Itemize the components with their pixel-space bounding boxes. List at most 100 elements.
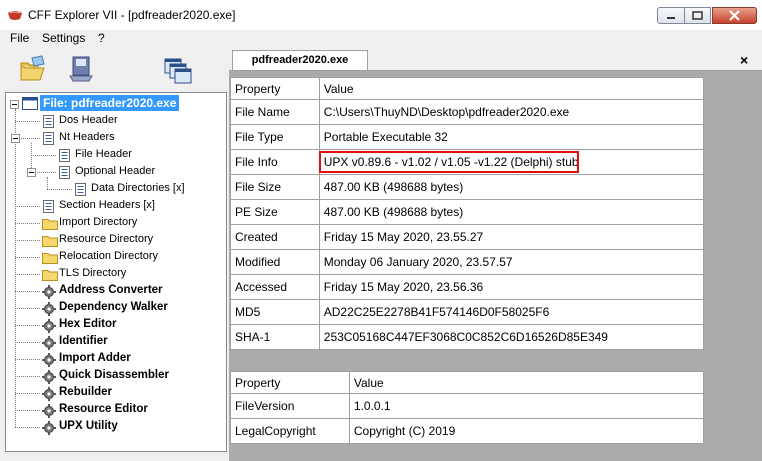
- property-cell: LegalCopyright: [230, 418, 350, 444]
- tool-gear-icon: [42, 421, 56, 435]
- value-cell: AD22C25E2278B41F574146D0F58025F6: [318, 299, 705, 325]
- minimize-button[interactable]: [657, 7, 685, 24]
- version-info-table: Property Value FileVersion 1.0.0.1 LegalCo…: [230, 371, 705, 444]
- menu-settings[interactable]: Settings: [42, 31, 85, 45]
- pe-file-icon: [22, 97, 38, 110]
- folder-icon: [42, 253, 58, 264]
- column-header-value[interactable]: Value: [348, 371, 705, 394]
- table-row[interactable]: File Info UPX v0.89.6 - v1.02 / v1.05 -v1…: [230, 149, 705, 175]
- tool-gear-icon: [42, 353, 56, 367]
- title-bar: CFF Explorer VII - [pdfreader2020.exe]: [0, 0, 762, 30]
- tree-item-section-headers-x[interactable]: Section Headers [x]: [42, 198, 216, 214]
- folder-icon: [42, 270, 58, 281]
- value-cell: 1.0.0.1: [348, 393, 705, 419]
- tree-connector-line: [15, 325, 40, 326]
- property-cell: File Size: [230, 174, 320, 200]
- table-row[interactable]: File Name C:\Users\ThuyND\Desktop\pdfread…: [230, 99, 705, 125]
- column-header-property[interactable]: Property: [230, 371, 350, 394]
- tree-item-quick-disassembler[interactable]: Quick Disassembler: [42, 368, 216, 384]
- close-button[interactable]: [712, 7, 757, 24]
- tree-item-import-adder[interactable]: Import Adder: [42, 351, 216, 367]
- tree-root-file[interactable]: File: pdfreader2020.exe: [40, 95, 180, 111]
- save-disk-icon[interactable]: [67, 54, 95, 84]
- table-row[interactable]: Accessed Friday 15 May 2020, 23.56.36: [230, 274, 705, 300]
- tree-item-label: File Header: [75, 148, 132, 160]
- tree-item-label: Import Adder: [59, 352, 131, 364]
- folder-icon: [42, 219, 58, 230]
- table-row[interactable]: File Type Portable Executable 32: [230, 124, 705, 150]
- tab-pdfreader2020[interactable]: pdfreader2020.exe: [232, 50, 368, 70]
- collapse-toggle[interactable]: [27, 168, 36, 177]
- value-cell: Monday 06 January 2020, 23.57.57: [318, 249, 705, 275]
- value-cell: Copyright (C) 2019: [348, 418, 705, 444]
- column-header-property[interactable]: Property: [230, 77, 320, 100]
- tree-item-hex-editor[interactable]: Hex Editor: [42, 317, 216, 333]
- tab-close-button[interactable]: ×: [740, 52, 748, 68]
- tree-item-tls-directory[interactable]: TLS Directory: [42, 266, 216, 282]
- tool-gear-icon: [42, 370, 56, 384]
- tree-connector-line: [15, 240, 40, 241]
- minimize-icon: [667, 17, 675, 19]
- windows-icon[interactable]: [163, 57, 193, 85]
- tree-item-relocation-directory[interactable]: Relocation Directory: [42, 249, 216, 265]
- table-row[interactable]: LegalCopyright Copyright (C) 2019: [230, 418, 705, 444]
- table-row[interactable]: FileVersion 1.0.0.1: [230, 393, 705, 419]
- table-row[interactable]: PE Size 487.00 KB (498688 bytes): [230, 199, 705, 225]
- tree-item-rebuilder[interactable]: Rebuilder: [42, 385, 216, 401]
- property-cell: File Info: [230, 149, 320, 175]
- collapse-toggle-root[interactable]: [10, 100, 19, 109]
- tool-gear-icon: [42, 302, 56, 316]
- open-folder-icon[interactable]: [18, 54, 48, 84]
- tree-item-label: Hex Editor: [59, 318, 117, 330]
- tree-item-resource-editor[interactable]: Resource Editor: [42, 402, 216, 418]
- collapse-toggle[interactable]: [11, 134, 20, 143]
- tree-item-dos-header[interactable]: Dos Header: [42, 113, 216, 129]
- table-row[interactable]: Created Friday 15 May 2020, 23.55.27: [230, 224, 705, 250]
- tree-item-label: Relocation Directory: [59, 250, 159, 262]
- table-row[interactable]: SHA-1 253C05168C447EF3068C0C852C6D16526D8…: [230, 324, 705, 350]
- page-icon: [59, 166, 70, 179]
- tree-item-optional-header[interactable]: Optional Header: [58, 164, 216, 180]
- property-cell: FileVersion: [230, 393, 350, 419]
- tree-item-label: Nt Headers: [59, 131, 115, 143]
- property-cell: MD5: [230, 299, 320, 325]
- column-header-value[interactable]: Value: [318, 77, 705, 100]
- table-row[interactable]: MD5 AD22C25E2278B41F574146D0F58025F6: [230, 299, 705, 325]
- tree-item-label: Identifier: [59, 335, 108, 347]
- tree-connector-line: [15, 427, 40, 428]
- table-row[interactable]: Modified Monday 06 January 2020, 23.57.57: [230, 249, 705, 275]
- menu-help[interactable]: ?: [98, 31, 105, 45]
- page-icon: [75, 183, 86, 196]
- tree-item-identifier[interactable]: Identifier: [42, 334, 216, 350]
- tree-item-resource-directory[interactable]: Resource Directory: [42, 232, 216, 248]
- tree-connector-line: [15, 308, 40, 309]
- property-cell: Modified: [230, 249, 320, 275]
- tree-connector-line: [15, 393, 40, 394]
- table-row[interactable]: File Size 487.00 KB (498688 bytes): [230, 174, 705, 200]
- app-icon: [8, 11, 22, 20]
- restore-icon: [692, 11, 703, 20]
- tool-gear-icon: [42, 387, 56, 401]
- menu-file[interactable]: File: [10, 31, 29, 45]
- tree-item-upx-utility[interactable]: UPX Utility: [42, 419, 216, 435]
- tree-item-label: Address Converter: [59, 284, 163, 296]
- property-cell: Accessed: [230, 274, 320, 300]
- tree-item-nt-headers[interactable]: Nt Headers: [42, 130, 216, 146]
- tree-item-label: TLS Directory: [59, 267, 127, 279]
- tree-item-label: Import Directory: [59, 216, 138, 228]
- tree-item-data-directories-x[interactable]: Data Directories [x]: [74, 181, 216, 197]
- value-cell: 253C05168C447EF3068C0C852C6D16526D85E349: [318, 324, 705, 350]
- maximize-button[interactable]: [684, 7, 711, 24]
- tree-item-file-header[interactable]: File Header: [58, 147, 216, 163]
- tree-connector-line: [31, 155, 56, 156]
- property-cell: File Name: [230, 99, 320, 125]
- tree-connector-line: [15, 410, 40, 411]
- value-cell: C:\Users\ThuyND\Desktop\pdfreader2020.ex…: [318, 99, 705, 125]
- tree-item-dependency-walker[interactable]: Dependency Walker: [42, 300, 216, 316]
- tree-connector-line: [15, 342, 40, 343]
- tree-item-label: Quick Disassembler: [59, 369, 169, 381]
- tree-item-import-directory[interactable]: Import Directory: [42, 215, 216, 231]
- property-cell: PE Size: [230, 199, 320, 225]
- tree-item-address-converter[interactable]: Address Converter: [42, 283, 216, 299]
- page-icon: [43, 200, 54, 213]
